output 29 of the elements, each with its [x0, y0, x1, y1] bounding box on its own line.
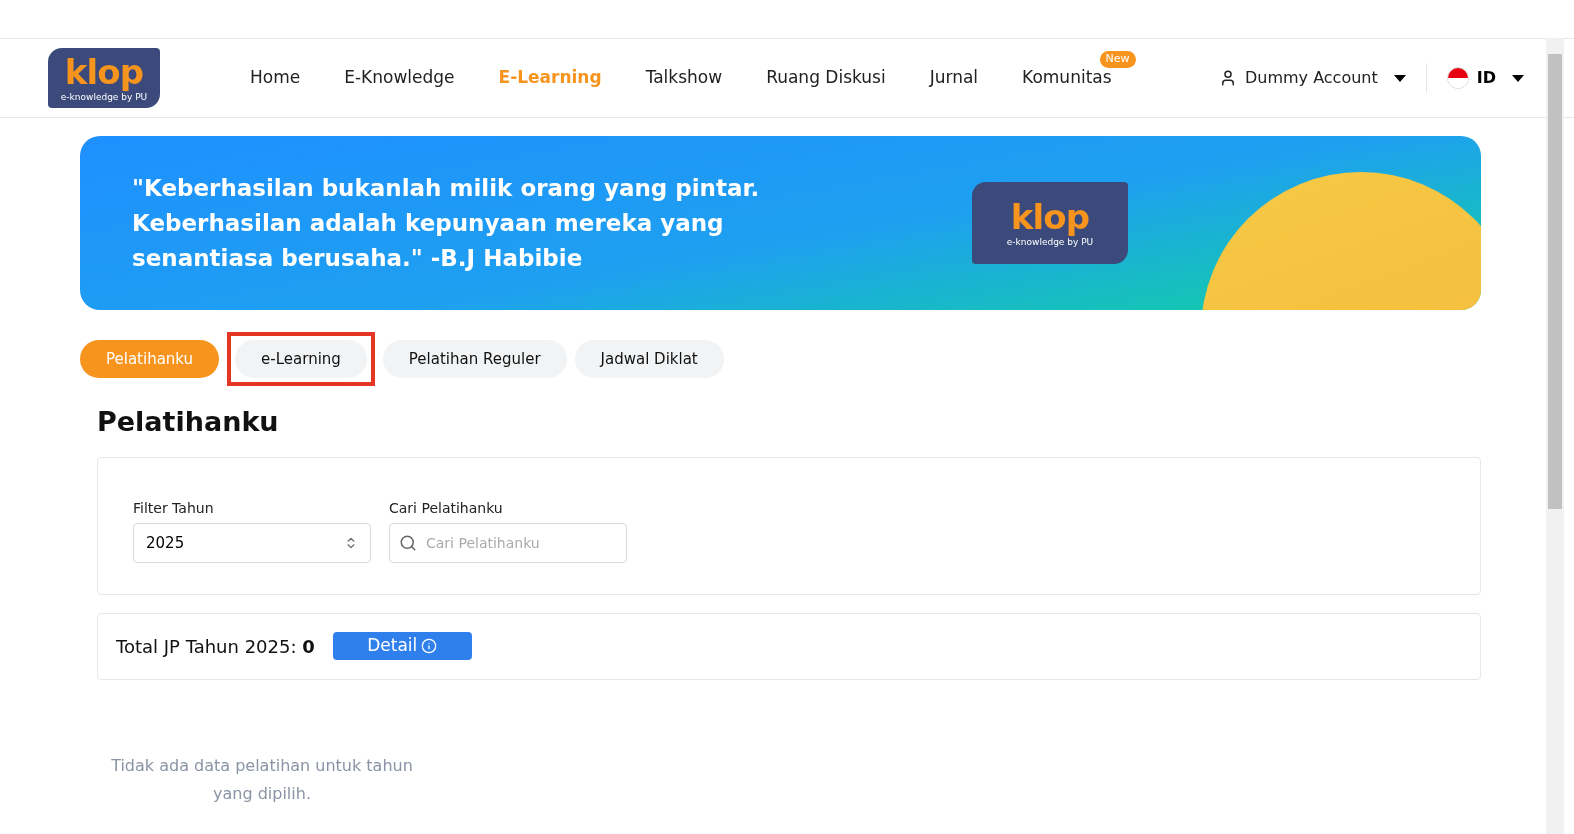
detail-button[interactable]: Detail [332, 632, 472, 660]
field-label: Filter Tahun [133, 499, 215, 518]
logo[interactable]: klop e-knowledge by PU [972, 182, 1128, 264]
tab[interactable]: Pelatihan Reguler [382, 340, 567, 378]
tab[interactable]: e-Learning [235, 340, 367, 378]
nav-link[interactable]: Home [250, 67, 301, 88]
caret-icon [1512, 74, 1524, 82]
info-icon [421, 638, 438, 654]
nav-link[interactable]: Talkshow [645, 67, 723, 88]
nav-link[interactable]: Ruang Diskusi [766, 67, 886, 88]
year-select[interactable]: 2025 [133, 523, 371, 563]
scrollbar[interactable] [1546, 38, 1564, 834]
tab[interactable]: Jadwal Diklat [574, 340, 724, 378]
flag-icon [1446, 67, 1469, 89]
new-badge: New [1099, 51, 1136, 68]
nav-link[interactable]: Komunitas [1022, 67, 1112, 88]
account-menu[interactable]: Dummy Account [1218, 66, 1406, 90]
banner-quote: "Keberhasilan bukanlah milik orang yang pintar. Keberhasilan adalah kepunyaan mereka yang senantiasa berusaha." -B.J Habibie [132, 173, 761, 273]
search-field[interactable]: Cari Pelatihanku [389, 523, 627, 563]
section-title: Pelatihanku [97, 405, 280, 439]
field-label: Cari Pelatihanku [389, 499, 504, 518]
nav-link[interactable]: Jurnal [929, 67, 979, 88]
empty-message: Tidak ada data pelatihan untuk tahun yang dipilih. [110, 754, 414, 805]
total-jp-text: Total JP Tahun 2025: 0 [116, 634, 315, 659]
caret-icon [1393, 74, 1406, 82]
logo[interactable]: klop e-knowledge by PU [48, 48, 160, 108]
search-icon [399, 534, 417, 552]
nav-link[interactable]: E-Knowledge [344, 67, 455, 88]
language-menu[interactable]: ID [1446, 66, 1524, 90]
